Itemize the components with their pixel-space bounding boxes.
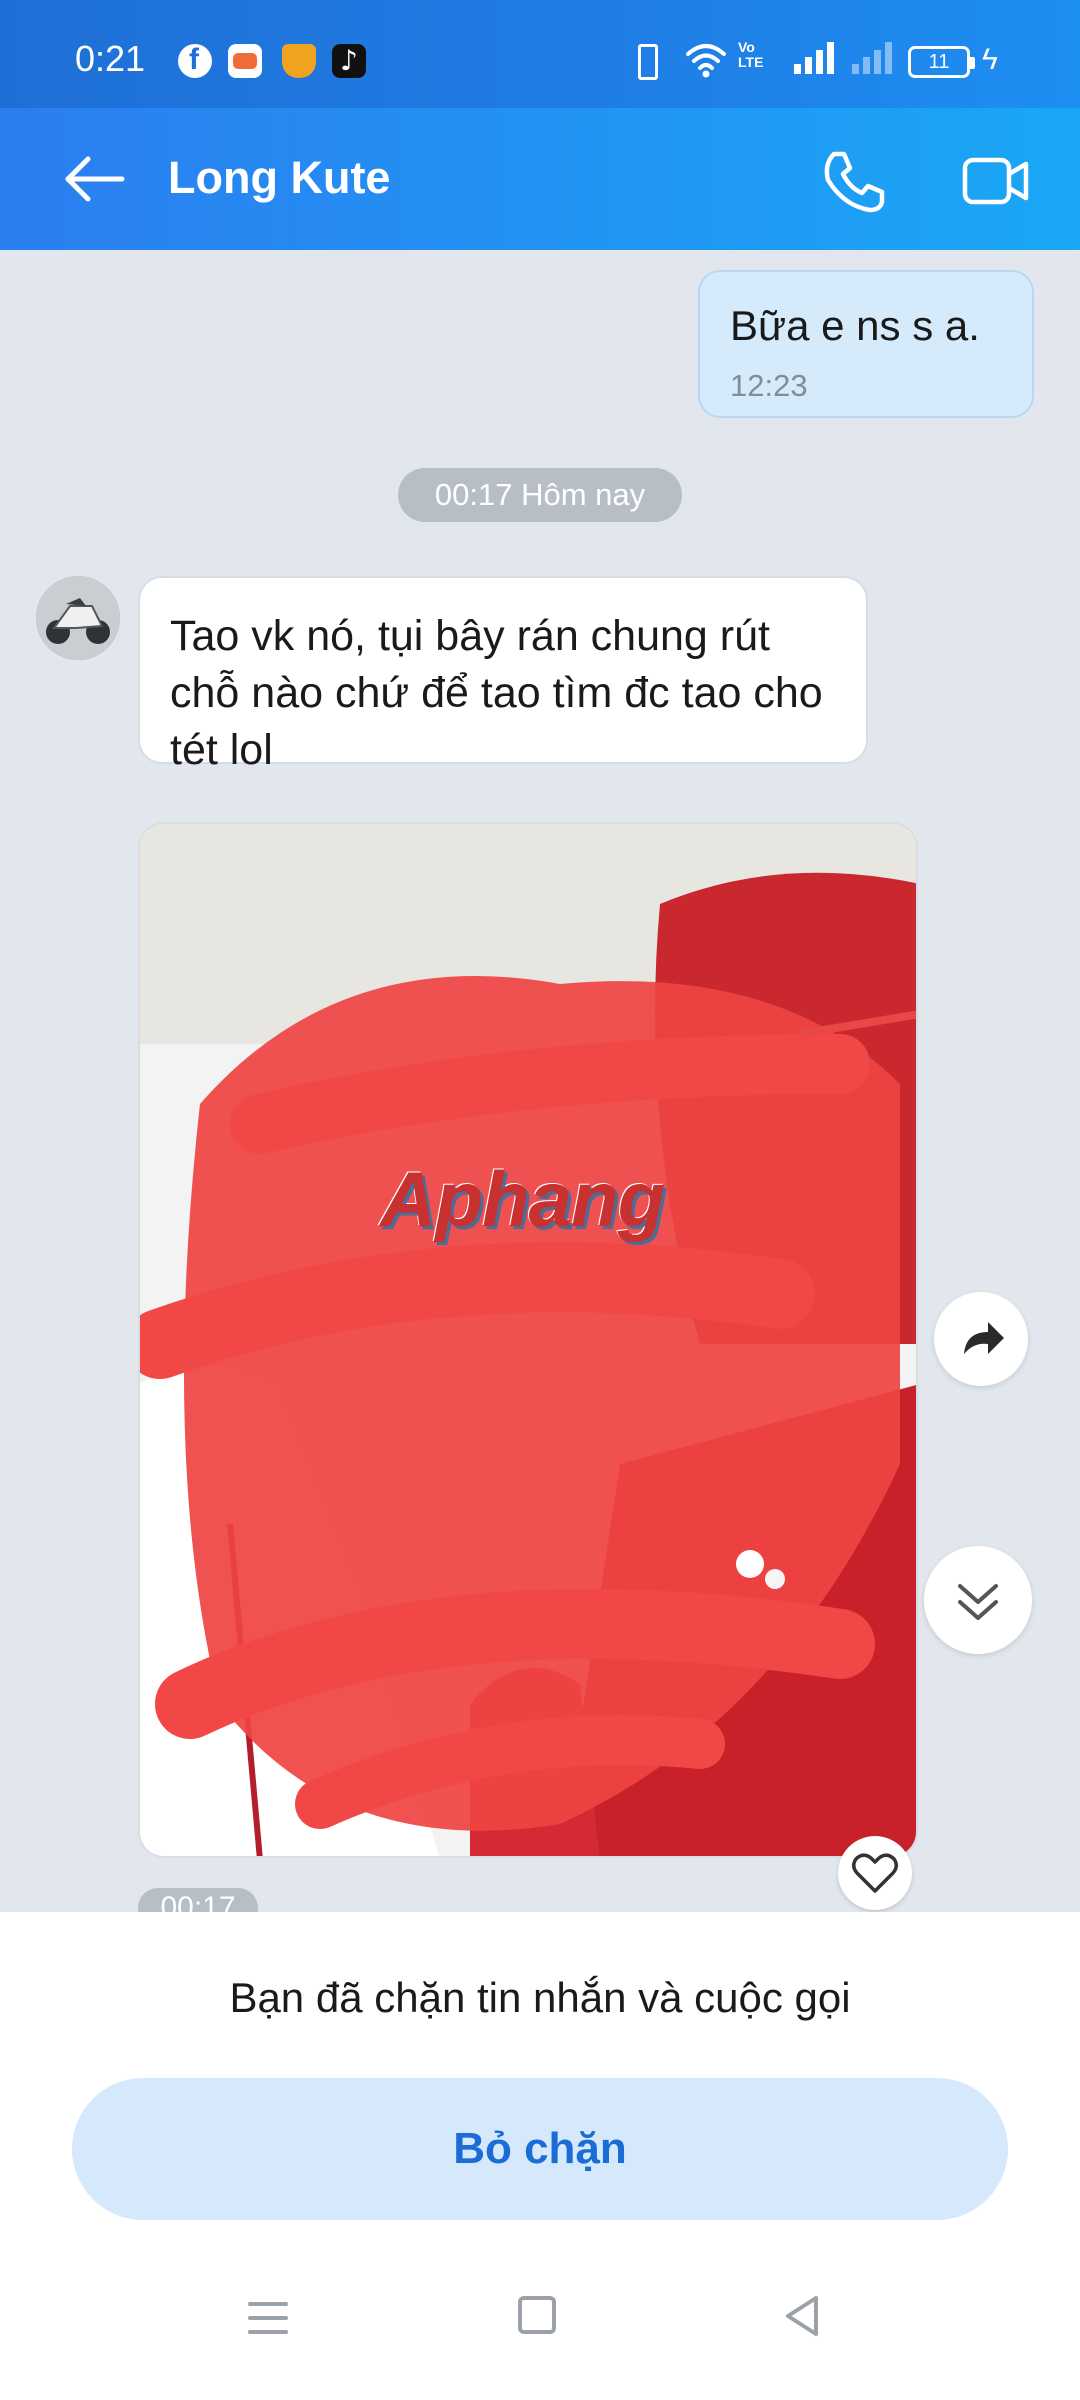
message-time: 12:23 xyxy=(730,368,808,403)
home-icon[interactable] xyxy=(518,2296,556,2334)
phone-call-icon[interactable] xyxy=(820,148,886,214)
incoming-message[interactable]: Tao vk nó, tụi bây rán chung rút chỗ nào… xyxy=(138,576,868,774)
watermark-text: Aphang xyxy=(380,1155,665,1243)
date-separator: 00:17 Hôm nay xyxy=(398,468,682,522)
battery-icon: 11 xyxy=(908,46,975,78)
video-call-icon[interactable] xyxy=(962,152,1030,210)
scroll-to-bottom-button[interactable] xyxy=(924,1546,1032,1654)
signal-icon-secondary xyxy=(848,40,896,80)
double-chevron-down-icon xyxy=(958,1584,998,1620)
photo-image xyxy=(140,824,916,1856)
tiktok-icon xyxy=(332,44,366,78)
react-button[interactable] xyxy=(838,1836,912,1910)
outgoing-message[interactable]: Bữa e ns s a. 12:23 xyxy=(698,270,1034,418)
message-text: Bữa e ns s a. xyxy=(730,302,980,349)
signal-icon xyxy=(790,40,838,80)
system-nav-bar xyxy=(0,2250,1080,2400)
image-message[interactable]: Aphang xyxy=(138,822,918,1858)
unblock-button[interactable]: Bỏ chặn xyxy=(72,2078,1008,2220)
avatar[interactable] xyxy=(36,576,120,660)
blocked-notice: Bạn đã chặn tin nhắn và cuộc gọi xyxy=(229,1974,851,2021)
vibrate-icon xyxy=(630,40,660,80)
wifi-icon xyxy=(684,40,728,80)
charging-icon: ϟ xyxy=(982,43,998,76)
heart-icon xyxy=(852,1853,898,1893)
shield-icon xyxy=(282,44,316,78)
status-bar: 0:21 Vo LTE 11 ϟ xyxy=(0,0,1080,108)
volte-label: Vo LTE xyxy=(738,39,764,70)
game-icon xyxy=(228,44,262,78)
recent-apps-icon[interactable] xyxy=(246,2296,290,2340)
chat-header: Long Kute xyxy=(0,108,1080,250)
image-time: 00:17 xyxy=(138,1888,258,1912)
back-arrow-icon[interactable] xyxy=(60,148,130,210)
facebook-icon xyxy=(178,43,212,78)
forward-arrow-icon xyxy=(964,1322,1004,1354)
contact-name[interactable]: Long Kute xyxy=(168,152,390,204)
status-time: 0:21 xyxy=(75,38,146,79)
forward-button[interactable] xyxy=(934,1292,1028,1386)
blocked-panel: Bạn đã chặn tin nhắn và cuộc gọi Bỏ chặn xyxy=(0,1912,1080,2250)
back-triangle-icon[interactable] xyxy=(782,2294,822,2338)
message-list[interactable]: Bữa e ns s a. 12:23 00:17 Hôm nay Tao vk… xyxy=(0,250,1080,1912)
message-text: Tao vk nó, tụi bây rán chung rút chỗ nào… xyxy=(170,612,823,774)
